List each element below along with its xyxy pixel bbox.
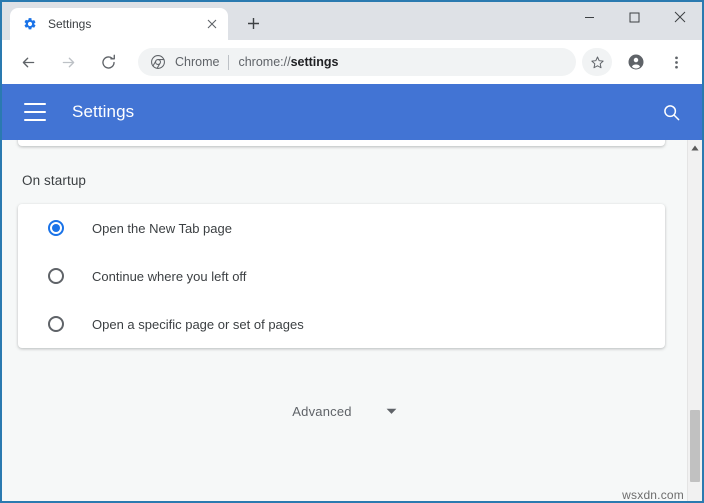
- omnibox-separator: [228, 55, 229, 70]
- chevron-down-icon: [386, 408, 397, 415]
- forward-button[interactable]: [53, 47, 83, 77]
- omnibox-scheme-label: Chrome: [175, 55, 219, 69]
- hamburger-line: [24, 103, 46, 105]
- omnibox-url-emphasis: settings: [291, 55, 339, 69]
- scroll-up-arrow-icon[interactable]: [688, 140, 702, 156]
- gear-icon: [22, 16, 38, 32]
- scrollbar-thumb[interactable]: [690, 410, 700, 482]
- hamburger-line: [24, 119, 46, 121]
- startup-option-label: Open a specific page or set of pages: [92, 317, 304, 332]
- browser-tab-settings[interactable]: Settings: [10, 8, 228, 40]
- minimize-button[interactable]: [567, 2, 612, 32]
- previous-section-card-clipped: [18, 140, 665, 146]
- startup-option-specific-pages[interactable]: Open a specific page or set of pages: [18, 300, 665, 348]
- radio-button[interactable]: [48, 268, 64, 284]
- settings-header: Settings: [2, 84, 702, 140]
- vertical-scrollbar[interactable]: [687, 140, 702, 503]
- close-button[interactable]: [657, 2, 702, 32]
- startup-option-label: Continue where you left off: [92, 269, 246, 284]
- maximize-button[interactable]: [612, 2, 657, 32]
- omnibox-url: chrome://settings: [238, 55, 338, 69]
- browser-toolbar: Chrome chrome://settings: [2, 40, 702, 84]
- radio-button[interactable]: [48, 316, 64, 332]
- advanced-label: Advanced: [292, 404, 351, 419]
- settings-content: On startup Open the New Tab page Continu…: [2, 140, 702, 503]
- advanced-toggle[interactable]: Advanced: [2, 404, 687, 419]
- chrome-logo-icon: [150, 54, 166, 70]
- search-icon[interactable]: [658, 99, 684, 125]
- browser-window: Settings: [0, 0, 704, 503]
- startup-option-label: Open the New Tab page: [92, 221, 232, 236]
- startup-option-new-tab[interactable]: Open the New Tab page: [18, 204, 665, 252]
- page-title: Settings: [72, 102, 658, 122]
- back-button[interactable]: [13, 47, 43, 77]
- hamburger-menu-icon[interactable]: [24, 103, 46, 121]
- bookmark-star-icon[interactable]: [582, 48, 612, 76]
- watermark: wsxdn.com: [622, 488, 684, 502]
- address-bar[interactable]: Chrome chrome://settings: [138, 48, 576, 76]
- omnibox-url-prefix: chrome://: [238, 55, 290, 69]
- radio-button[interactable]: [48, 220, 64, 236]
- profile-avatar[interactable]: [621, 47, 651, 77]
- hamburger-line: [24, 111, 46, 113]
- startup-option-continue[interactable]: Continue where you left off: [18, 252, 665, 300]
- settings-scroll-region: On startup Open the New Tab page Continu…: [2, 140, 687, 503]
- new-tab-button[interactable]: [242, 12, 264, 34]
- reload-button[interactable]: [93, 47, 123, 77]
- window-controls: [567, 2, 702, 32]
- close-icon[interactable]: [204, 16, 220, 32]
- section-title-on-startup: On startup: [22, 173, 687, 188]
- chrome-menu-button[interactable]: [661, 47, 691, 77]
- tab-title: Settings: [48, 17, 204, 31]
- startup-options-card: Open the New Tab page Continue where you…: [18, 204, 665, 348]
- tab-strip: Settings: [2, 2, 702, 40]
